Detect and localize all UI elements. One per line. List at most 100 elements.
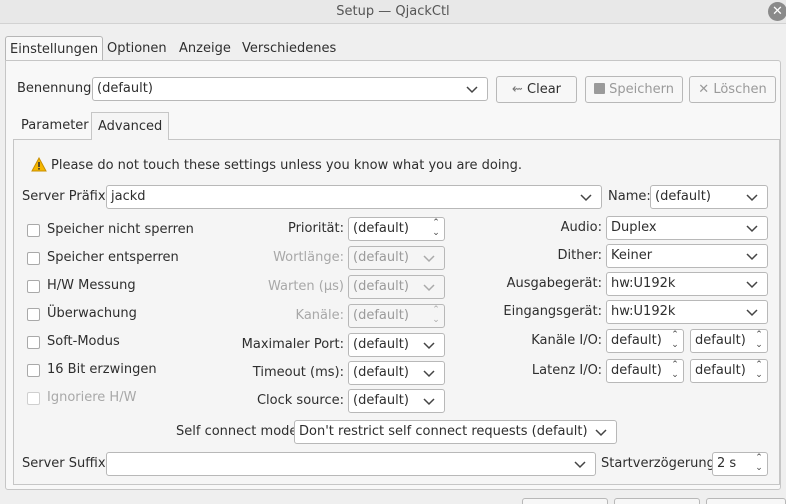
latency-out-spinbox[interactable]: default) ⌃ ⌄ (690, 359, 768, 383)
checkbox-unlock-mem[interactable] (27, 252, 40, 265)
spin-arrows-icon[interactable]: ⌃ ⌄ (668, 360, 682, 382)
delete-label: Löschen (713, 82, 767, 97)
self-connect-value: Don't restrict self connect requests (de… (299, 424, 588, 439)
maxport-combo[interactable]: (default) (348, 333, 445, 357)
tab-anzeige[interactable]: Anzeige (175, 36, 235, 61)
channels-io-label: Kanäle I/O: (531, 333, 602, 348)
tab-verschiedenes[interactable]: Verschiedenes (238, 36, 340, 61)
spin-arrows-icon[interactable]: ⌃ ⌄ (752, 330, 766, 352)
wordlength-combo[interactable]: (default) (348, 246, 445, 270)
server-suffix-combo[interactable] (106, 452, 596, 476)
clear-icon: ⇜ (511, 82, 523, 97)
checkbox-hw-meter[interactable] (27, 280, 40, 293)
latency-io-label: Latenz I/O: (531, 363, 602, 378)
clock-source-combo[interactable]: (default) (348, 389, 445, 413)
server-suffix-label: Server Suffix: (22, 456, 110, 471)
channels-in-value: default) (611, 333, 662, 348)
warning-text: Please do not touch these settings unles… (51, 158, 523, 173)
chevron-down-icon (746, 253, 758, 261)
subtab-parameter[interactable]: Parameter (15, 112, 95, 140)
close-button[interactable]: ✕ (768, 2, 786, 21)
wait-label: Warten (µs) (268, 279, 344, 294)
server-name-combo[interactable]: (default) (650, 185, 768, 209)
chevron-down-icon (580, 194, 592, 202)
channels-out-value: default) (695, 333, 746, 348)
channels-out-spinbox[interactable]: default) ⌃ ⌄ (690, 329, 768, 353)
server-name-label: Name: (608, 189, 651, 204)
audio-combo[interactable]: Duplex (606, 216, 768, 240)
save-button[interactable]: Speichern (585, 76, 683, 103)
spin-arrows-icon[interactable]: ⌃ ⌄ (752, 453, 766, 475)
monitor-label: Überwachung (47, 306, 137, 321)
soft-mode-label: Soft-Modus (47, 334, 120, 349)
preset-value: (default) (97, 81, 153, 96)
output-device-value: hw:U192k (611, 276, 676, 291)
spin-arrows-icon[interactable]: ⌃ ⌄ (429, 218, 443, 240)
channels-spinbox[interactable]: (default) ⌃ ⌄ (348, 304, 445, 328)
checkbox-no-memlock[interactable] (27, 224, 40, 237)
dither-value: Keiner (611, 248, 653, 263)
checkbox-force-16bit[interactable] (27, 364, 40, 377)
wait-combo[interactable]: (default) (348, 275, 445, 299)
delete-button[interactable]: ✕ Löschen (689, 76, 776, 103)
subtab-advanced[interactable]: Advanced (91, 112, 170, 140)
tab-einstellungen[interactable]: Einstellungen (5, 36, 104, 61)
audio-label: Audio: (560, 220, 602, 235)
chevron-down-icon (746, 309, 758, 317)
maxport-label: Maximaler Port: (241, 337, 344, 352)
bottom-button-3[interactable] (706, 498, 786, 504)
input-device-label: Eingangsgerät: (503, 304, 602, 319)
input-device-combo[interactable]: hw:U192k (606, 300, 768, 324)
spin-arrows-icon[interactable]: ⌃ ⌄ (429, 305, 443, 327)
priority-value: (default) (353, 221, 409, 236)
checkbox-ignore-hw[interactable] (27, 392, 40, 405)
timeout-combo[interactable]: (default) (348, 361, 445, 385)
audio-value: Duplex (611, 220, 657, 235)
clock-source-label: Clock source: (256, 393, 344, 408)
server-prefix-combo[interactable]: jackd (106, 185, 602, 209)
self-connect-label: Self connect mode: (176, 424, 302, 439)
ignore-hw-label: Ignoriere H/W (47, 390, 137, 405)
preset-combo[interactable]: (default) (92, 77, 488, 101)
start-delay-spinbox[interactable]: 2 s ⌃ ⌄ (712, 452, 768, 476)
hw-meter-label: H/W Messung (47, 278, 136, 293)
delete-icon: ✕ (698, 82, 710, 97)
input-device-value: hw:U192k (611, 304, 676, 319)
channels-in-spinbox[interactable]: default) ⌃ ⌄ (606, 329, 684, 353)
clock-source-value: (default) (353, 393, 409, 408)
start-delay-value: 2 s (717, 456, 737, 471)
chevron-down-icon (746, 281, 758, 289)
channels-label: Kanäle: (295, 308, 344, 323)
start-delay-label: Startverzögerung: (601, 456, 720, 471)
bottom-button-1[interactable] (522, 498, 608, 504)
chevron-down-icon (423, 284, 435, 292)
output-device-combo[interactable]: hw:U192k (606, 272, 768, 296)
clear-button[interactable]: ⇜ Clear (496, 76, 577, 103)
chevron-down-icon (423, 398, 435, 406)
output-device-label: Ausgabegerät: (506, 276, 602, 291)
chevron-down-icon (746, 194, 758, 202)
clear-label: Clear (527, 82, 562, 97)
chevron-down-icon (746, 225, 758, 233)
priority-spinbox[interactable]: (default) ⌃ ⌄ (348, 217, 445, 241)
spin-arrows-icon[interactable]: ⌃ ⌄ (752, 360, 766, 382)
self-connect-combo[interactable]: Don't restrict self connect requests (de… (294, 420, 617, 444)
spin-arrows-icon[interactable]: ⌃ ⌄ (668, 330, 682, 352)
checkbox-soft-mode[interactable] (27, 336, 40, 349)
no-memlock-label: Speicher nicht sperren (47, 222, 194, 237)
warning-icon (31, 156, 47, 173)
latency-out-value: default) (695, 363, 746, 378)
bottom-button-2[interactable] (614, 498, 700, 504)
checkbox-monitor[interactable] (27, 308, 40, 321)
save-icon (594, 83, 605, 94)
tab-optionen[interactable]: Optionen (103, 36, 171, 61)
channels-value: (default) (353, 308, 409, 323)
wordlength-label: Wortlänge: (273, 250, 344, 265)
timeout-value: (default) (353, 365, 409, 380)
window-title: Setup — QjackCtl (336, 4, 450, 19)
chevron-down-icon (423, 370, 435, 378)
dither-combo[interactable]: Keiner (606, 244, 768, 268)
chevron-down-icon (595, 429, 607, 437)
save-label: Speichern (609, 82, 674, 97)
latency-in-spinbox[interactable]: default) ⌃ ⌄ (606, 359, 684, 383)
